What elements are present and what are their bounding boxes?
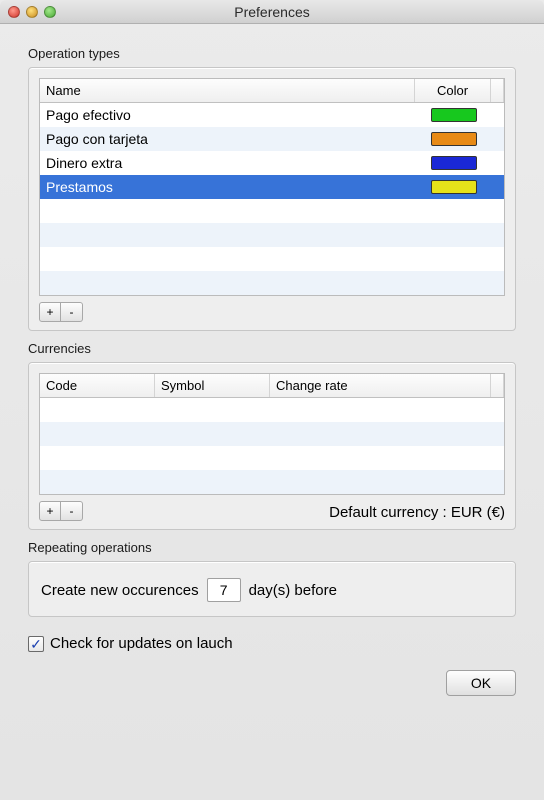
titlebar: Preferences xyxy=(0,0,544,24)
column-header-code[interactable]: Code xyxy=(40,374,155,397)
check-updates-label: Check for updates on lauch xyxy=(50,635,233,652)
currencies-group: Code Symbol Change rate + - Default curr… xyxy=(28,362,516,530)
operation-type-name xyxy=(40,209,416,213)
operation-type-color-cell xyxy=(416,233,492,237)
operation-type-name xyxy=(40,233,416,237)
table-row[interactable] xyxy=(40,247,504,271)
table-row[interactable]: Pago efectivo xyxy=(40,103,504,127)
column-header-scroll xyxy=(491,79,504,102)
column-header-name[interactable]: Name xyxy=(40,79,415,102)
window-title: Preferences xyxy=(0,4,544,20)
operation-type-color-cell xyxy=(416,154,492,172)
currencies-table: Code Symbol Change rate xyxy=(39,373,505,495)
column-header-scroll xyxy=(491,374,504,397)
operation-types-group: Name Color Pago efectivo Pago con tarjeta… xyxy=(28,67,516,331)
currencies-label: Currencies xyxy=(28,341,516,356)
repeating-operations-group: Create new occurences day(s) before xyxy=(28,561,516,617)
table-row[interactable]: Prestamos xyxy=(40,175,504,199)
column-header-rate[interactable]: Change rate xyxy=(270,374,491,397)
add-currency-button[interactable]: + xyxy=(39,501,61,521)
operation-type-color-cell xyxy=(416,130,492,148)
color-swatch[interactable] xyxy=(431,156,477,170)
repeating-suffix-text: day(s) before xyxy=(249,582,337,599)
table-row[interactable] xyxy=(40,271,504,295)
table-row[interactable]: Dinero extra xyxy=(40,151,504,175)
ok-button[interactable]: OK xyxy=(446,670,516,696)
repeating-operations-label: Repeating operations xyxy=(28,540,516,555)
color-swatch[interactable] xyxy=(431,132,477,146)
table-row[interactable]: Pago con tarjeta xyxy=(40,127,504,151)
operation-type-name xyxy=(40,281,416,285)
check-updates-row[interactable]: ✓ Check for updates on lauch xyxy=(28,635,516,652)
color-swatch[interactable] xyxy=(431,180,477,194)
table-row[interactable] xyxy=(40,422,504,446)
table-row[interactable] xyxy=(40,470,504,494)
operation-type-color-cell xyxy=(416,106,492,124)
table-row[interactable] xyxy=(40,398,504,422)
operation-type-color-cell xyxy=(416,257,492,261)
operation-type-name xyxy=(40,257,416,261)
operation-type-name: Pago con tarjeta xyxy=(40,129,416,149)
operation-types-label: Operation types xyxy=(28,46,516,61)
remove-operation-type-button[interactable]: - xyxy=(61,302,83,322)
days-before-input[interactable] xyxy=(207,578,241,602)
operation-type-color-cell xyxy=(416,281,492,285)
operation-type-name: Dinero extra xyxy=(40,153,416,173)
default-currency-label: Default currency : EUR (€) xyxy=(329,504,505,521)
remove-currency-button[interactable]: - xyxy=(61,501,83,521)
check-updates-checkbox[interactable]: ✓ xyxy=(28,636,44,652)
operation-type-name: Prestamos xyxy=(40,177,416,197)
operation-type-color-cell xyxy=(416,209,492,213)
table-row[interactable] xyxy=(40,199,504,223)
column-header-symbol[interactable]: Symbol xyxy=(155,374,270,397)
table-row[interactable] xyxy=(40,223,504,247)
add-operation-type-button[interactable]: + xyxy=(39,302,61,322)
operation-type-color-cell xyxy=(416,178,492,196)
table-row[interactable] xyxy=(40,446,504,470)
operation-type-name: Pago efectivo xyxy=(40,105,416,125)
repeating-prefix-text: Create new occurences xyxy=(41,582,199,599)
color-swatch[interactable] xyxy=(431,108,477,122)
column-header-color[interactable]: Color xyxy=(415,79,491,102)
operation-types-table: Name Color Pago efectivo Pago con tarjeta… xyxy=(39,78,505,296)
